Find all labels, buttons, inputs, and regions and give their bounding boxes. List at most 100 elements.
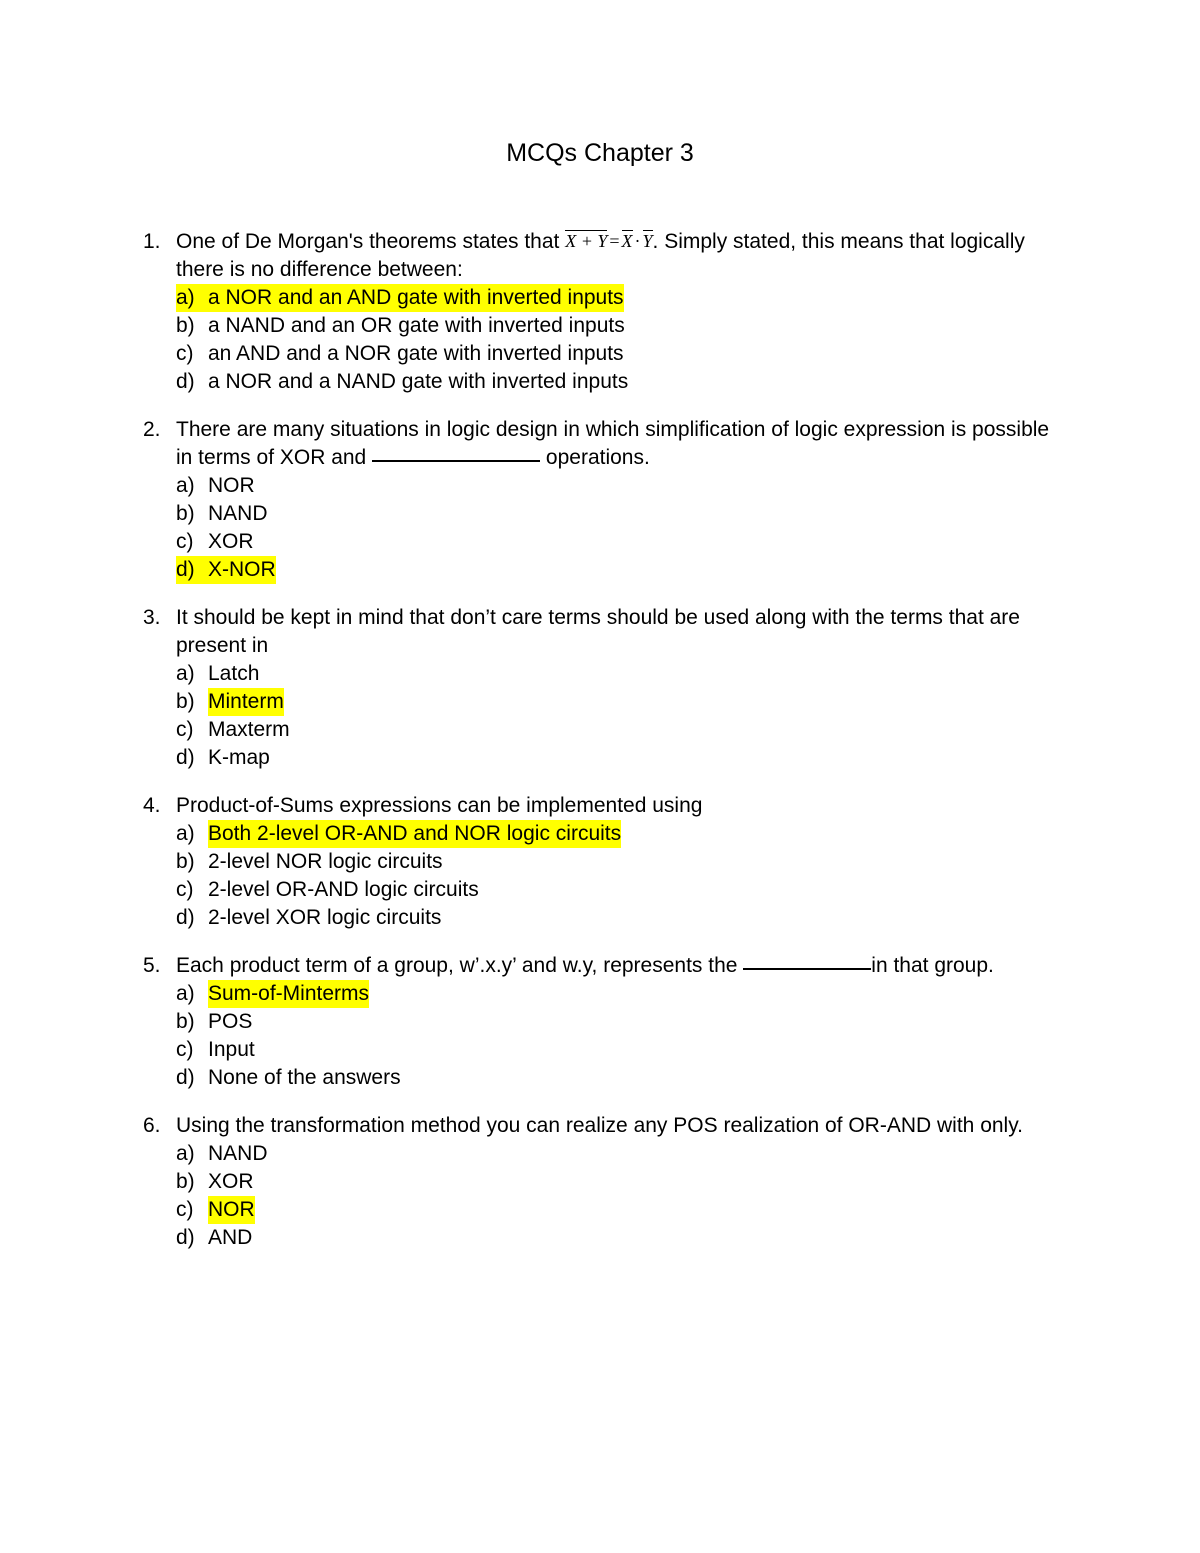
- question-text-4: Product-of-Sums expressions can be imple…: [176, 794, 703, 817]
- option-letter-2d: d): [176, 556, 208, 584]
- option-letter-2b: b): [176, 502, 195, 525]
- option-text-5c: Input: [208, 1038, 255, 1061]
- option-3b[interactable]: b) Minterm: [176, 688, 1051, 716]
- options-list-3: a) Latch b) Minterm c) Maxterm d) K-map: [176, 660, 1051, 772]
- question-block-5: 5. Each product term of a group, w’.x.y’…: [143, 952, 1051, 1092]
- option-3d[interactable]: d) K-map: [176, 744, 1051, 772]
- option-5d[interactable]: d) None of the answers: [176, 1064, 1051, 1092]
- option-letter-1c: c): [176, 342, 194, 365]
- option-5b[interactable]: b) POS: [176, 1008, 1051, 1036]
- option-letter-1a: a): [176, 284, 208, 312]
- formula-right-x: X: [621, 230, 633, 251]
- option-text-6c: NOR: [208, 1196, 255, 1224]
- question-block-4: 4. Product-of-Sums expressions can be im…: [143, 792, 1051, 932]
- options-list-2: a) NOR b) NAND c) XOR d) X-NOR: [176, 472, 1051, 584]
- formula-right-y: Y: [642, 230, 653, 251]
- option-text-4a: Both 2-level OR-AND and NOR logic circui…: [208, 820, 622, 848]
- option-1a[interactable]: a) a NOR and an AND gate with inverted i…: [176, 284, 1051, 312]
- question-block-2: 2. There are many situations in logic de…: [143, 416, 1051, 584]
- question-text-6: Using the transformation method you can …: [176, 1114, 1023, 1137]
- option-letter-5d: d): [176, 1066, 195, 1089]
- option-letter-5b: b): [176, 1010, 195, 1033]
- fill-in-blank-5[interactable]: [743, 968, 872, 970]
- option-text-6b: XOR: [208, 1170, 254, 1193]
- option-letter-3d: d): [176, 746, 195, 769]
- question-text-2: There are many situations in logic desig…: [176, 416, 1051, 472]
- option-3a[interactable]: a) Latch: [176, 660, 1051, 688]
- options-list-5: a) Sum-of-Minterms b) POS c) Input d) No…: [176, 980, 1051, 1092]
- option-letter-2a: a): [176, 474, 195, 497]
- option-1c[interactable]: c) an AND and a NOR gate with inverted i…: [176, 340, 1051, 368]
- questions-list: 1. One of De Morgan's theorems states th…: [143, 228, 1051, 1272]
- option-letter-1b: b): [176, 314, 195, 337]
- question-block-6: 6. Using the transformation method you c…: [143, 1112, 1051, 1252]
- option-letter-2c: c): [176, 530, 194, 553]
- option-text-4c: 2-level OR-AND logic circuits: [208, 878, 479, 901]
- question-block-1: 1. One of De Morgan's theorems states th…: [143, 228, 1051, 396]
- option-1d[interactable]: d) a NOR and a NAND gate with inverted i…: [176, 368, 1051, 396]
- option-text-1c: an AND and a NOR gate with inverted inpu…: [208, 342, 624, 365]
- option-4d[interactable]: d) 2-level XOR logic circuits: [176, 904, 1051, 932]
- option-letter-4b: b): [176, 850, 195, 873]
- question-number-5: 5.: [143, 954, 161, 977]
- option-letter-6b: b): [176, 1170, 195, 1193]
- option-letter-5c: c): [176, 1038, 194, 1061]
- option-2c[interactable]: c) XOR: [176, 528, 1051, 556]
- option-text-2b: NAND: [208, 502, 268, 525]
- option-4b[interactable]: b) 2-level NOR logic circuits: [176, 848, 1051, 876]
- option-text-5a: Sum-of-Minterms: [208, 980, 370, 1008]
- option-text-1b: a NAND and an OR gate with inverted inpu…: [208, 314, 625, 337]
- option-text-4b: 2-level NOR logic circuits: [208, 850, 443, 873]
- question-text-5-part2: in that group.: [871, 954, 994, 977]
- option-6d[interactable]: d) AND: [176, 1224, 1051, 1252]
- option-letter-3a: a): [176, 662, 195, 685]
- option-5c[interactable]: c) Input: [176, 1036, 1051, 1064]
- option-6c[interactable]: c) NOR: [176, 1196, 1051, 1224]
- option-3c[interactable]: c) Maxterm: [176, 716, 1051, 744]
- question-number-4: 4.: [143, 794, 161, 817]
- option-2b[interactable]: b) NAND: [176, 500, 1051, 528]
- option-letter-6a: a): [176, 1142, 195, 1165]
- option-1b[interactable]: b) a NAND and an OR gate with inverted i…: [176, 312, 1051, 340]
- option-text-3c: Maxterm: [208, 718, 290, 741]
- de-morgan-formula: X + Y = X · Y: [565, 230, 653, 251]
- question-text-1-before: One of De Morgan's theorems states that: [176, 230, 566, 253]
- option-text-2a: NOR: [208, 474, 255, 497]
- question-text-1: One of De Morgan's theorems states that …: [176, 228, 1051, 284]
- option-text-6d: AND: [208, 1226, 253, 1249]
- option-4c[interactable]: c) 2-level OR-AND logic circuits: [176, 876, 1051, 904]
- option-text-5b: POS: [208, 1010, 253, 1033]
- fill-in-blank-2[interactable]: [372, 460, 541, 462]
- option-letter-1d: d): [176, 370, 195, 393]
- option-6a[interactable]: a) NAND: [176, 1140, 1051, 1168]
- option-text-6a: NAND: [208, 1142, 268, 1165]
- formula-equals: =: [609, 231, 620, 251]
- document-page: MCQs Chapter 3 1. One of De Morgan's the…: [0, 0, 1200, 1553]
- option-letter-6d: d): [176, 1226, 195, 1249]
- option-letter-3b: b): [176, 690, 195, 713]
- option-text-5d: None of the answers: [208, 1066, 401, 1089]
- option-text-1d: a NOR and a NAND gate with inverted inpu…: [208, 370, 629, 393]
- option-text-4d: 2-level XOR logic circuits: [208, 906, 442, 929]
- option-letter-4a: a): [176, 822, 195, 845]
- options-list-6: a) NAND b) XOR c) NOR d) AND: [176, 1140, 1051, 1252]
- option-2a[interactable]: a) NOR: [176, 472, 1051, 500]
- option-text-3b: Minterm: [208, 688, 284, 716]
- option-2d[interactable]: d) X-NOR: [176, 556, 1051, 584]
- option-4a[interactable]: a) Both 2-level OR-AND and NOR logic cir…: [176, 820, 1051, 848]
- option-letter-4c: c): [176, 878, 194, 901]
- option-5a[interactable]: a) Sum-of-Minterms: [176, 980, 1051, 1008]
- option-letter-6c: c): [176, 1198, 194, 1221]
- option-6b[interactable]: b) XOR: [176, 1168, 1051, 1196]
- question-text-5-part1: Each product term of a group, w’.x.y’ an…: [176, 954, 744, 977]
- page-title: MCQs Chapter 3: [506, 139, 694, 167]
- option-text-2d: X-NOR: [208, 556, 276, 584]
- question-text-3: It should be kept in mind that don’t car…: [176, 606, 1020, 657]
- question-number-1: 1.: [143, 230, 161, 253]
- option-text-1a: a NOR and an AND gate with inverted inpu…: [208, 284, 624, 312]
- option-text-3a: Latch: [208, 662, 260, 685]
- option-letter-3c: c): [176, 718, 194, 741]
- formula-dot-separator: ·: [634, 231, 641, 251]
- option-text-2c: XOR: [208, 530, 254, 553]
- option-letter-4d: d): [176, 906, 195, 929]
